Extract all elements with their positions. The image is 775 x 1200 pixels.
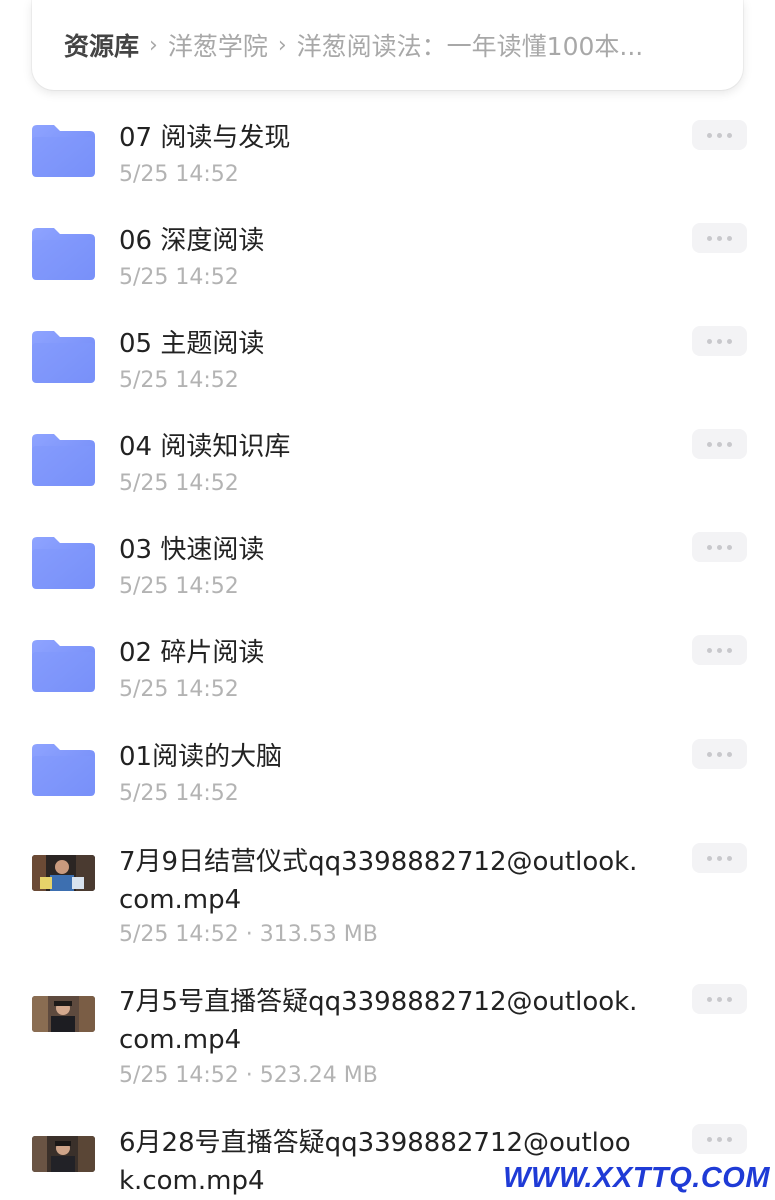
breadcrumb-item-current: 洋葱阅读法：一年读懂100本... bbox=[296, 32, 644, 61]
file-meta: 5/25 14:52 bbox=[119, 368, 239, 393]
breadcrumb-item-level1[interactable]: 洋葱学院 bbox=[168, 27, 268, 63]
file-name: 7月5号直播答疑qq3398882712@outlook.com.mp4 bbox=[119, 987, 638, 1055]
breadcrumb-root[interactable]: 资源库 bbox=[64, 27, 139, 63]
file-meta: 5/25 14:52 bbox=[119, 265, 239, 290]
more-horizontal-icon[interactable] bbox=[692, 223, 747, 253]
file-name: 7月9日结营仪式qq3398882712@outlook.com.mp4 bbox=[119, 847, 638, 915]
file-meta: 5/25 14:52 bbox=[119, 471, 239, 496]
file-meta: 5/25 14:52 bbox=[119, 162, 239, 187]
chevron-right-icon: › bbox=[277, 32, 287, 58]
file-meta: 5/25 14:52 · 313.53 MB bbox=[119, 922, 378, 947]
more-horizontal-icon[interactable] bbox=[692, 1124, 747, 1154]
folder-icon bbox=[32, 744, 95, 796]
more-horizontal-icon[interactable] bbox=[692, 532, 747, 562]
folder-icon bbox=[32, 228, 95, 280]
more-horizontal-icon[interactable] bbox=[692, 984, 747, 1014]
more-horizontal-icon[interactable] bbox=[692, 635, 747, 665]
file-meta: 5/25 14:52 bbox=[119, 574, 239, 599]
file-meta: 5/25 14:52 bbox=[119, 677, 239, 702]
video-thumbnail bbox=[32, 855, 95, 891]
video-thumbnail bbox=[32, 1136, 95, 1172]
folder-icon bbox=[32, 537, 95, 589]
breadcrumb: 资源库 › 洋葱学院 › 洋葱阅读法：一年读懂100本... bbox=[32, 0, 743, 90]
folder-icon bbox=[32, 331, 95, 383]
file-name: 03 快速阅读 bbox=[119, 535, 265, 565]
folder-icon bbox=[32, 434, 95, 486]
file-meta: 5/25 14:52 · 523.24 MB bbox=[119, 1063, 378, 1088]
video-thumbnail bbox=[32, 996, 95, 1032]
file-name: 04 阅读知识库 bbox=[119, 432, 291, 462]
folder-icon bbox=[32, 640, 95, 692]
more-horizontal-icon[interactable] bbox=[692, 120, 747, 150]
more-horizontal-icon[interactable] bbox=[692, 326, 747, 356]
more-horizontal-icon[interactable] bbox=[692, 843, 747, 873]
more-horizontal-icon[interactable] bbox=[692, 429, 747, 459]
watermark-text: WWW.XXTTQ.COM bbox=[503, 1162, 770, 1194]
file-name: 07 阅读与发现 bbox=[119, 123, 291, 153]
folder-icon bbox=[32, 125, 95, 177]
file-meta: 5/25 14:52 bbox=[119, 781, 239, 806]
more-horizontal-icon[interactable] bbox=[692, 739, 747, 769]
file-name: 06 深度阅读 bbox=[119, 226, 265, 256]
file-name: 05 主题阅读 bbox=[119, 329, 265, 359]
file-name: 02 碎片阅读 bbox=[119, 638, 265, 668]
file-name: 01阅读的大脑 bbox=[119, 742, 283, 772]
chevron-right-icon: › bbox=[149, 32, 158, 58]
